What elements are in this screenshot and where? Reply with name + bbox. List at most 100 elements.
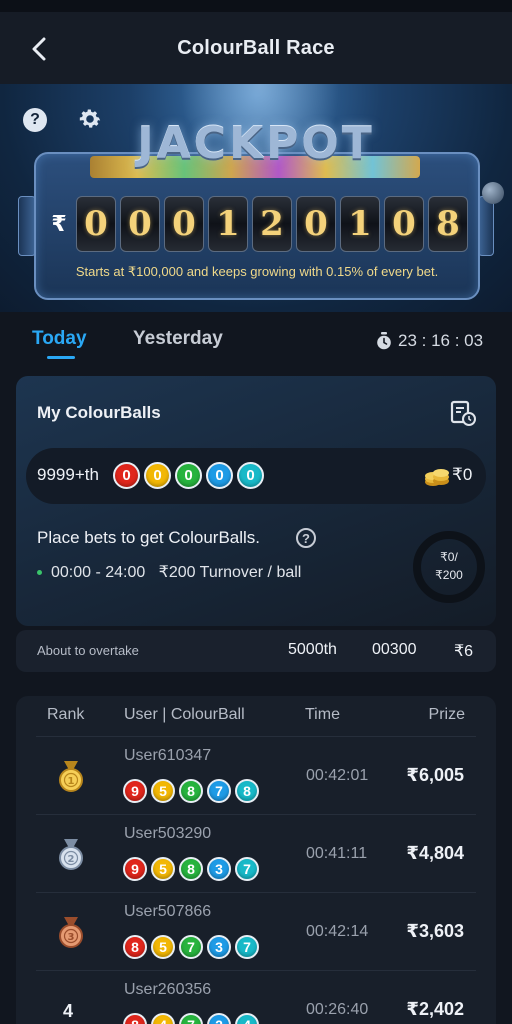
colour-ball: 3	[207, 935, 231, 959]
turnover-per-ball: ₹200 Turnover / ball	[158, 564, 302, 581]
svg-text:3: 3	[68, 932, 75, 943]
gear-icon[interactable]	[77, 106, 103, 132]
colour-ball: 0	[113, 462, 140, 489]
leaderboard-row: 4User2603568472400:26:40₹2,402	[36, 970, 476, 1024]
colour-ball: 8	[235, 779, 259, 803]
colour-ball: 5	[151, 779, 175, 803]
overtake-prize: ₹6	[454, 643, 474, 660]
colour-ball: 4	[151, 1013, 175, 1024]
colour-ball: 0	[144, 462, 171, 489]
progress-text: ₹0/ ₹200	[412, 548, 486, 584]
jackpot-digit: 0	[120, 196, 160, 252]
colour-ball: 0	[237, 462, 264, 489]
colour-ball: 2	[207, 1013, 231, 1024]
colour-ball: 5	[151, 935, 175, 959]
colour-ball: 7	[235, 935, 259, 959]
place-bets-text: Place bets to get ColourBalls.	[37, 528, 261, 547]
colour-ball: 9	[123, 779, 147, 803]
header-time: Time	[305, 706, 340, 723]
jackpot-digit: 1	[340, 196, 380, 252]
jackpot-digit: 0	[384, 196, 424, 252]
page-title: ColourBall Race	[177, 36, 335, 59]
machine-side-right	[478, 196, 494, 256]
row-time: 00:42:01	[306, 767, 369, 784]
row-username: User507866	[124, 903, 212, 920]
colour-ball: 0	[206, 462, 233, 489]
colour-ball: 7	[179, 935, 203, 959]
my-ball-set: 00000	[113, 462, 264, 489]
jackpot-digit: 0	[76, 196, 116, 252]
tab-yesterday[interactable]: Yesterday	[133, 328, 223, 350]
row-username: User610347	[124, 747, 212, 764]
row-username: User503290	[124, 825, 212, 842]
jackpot-currency: ₹	[51, 211, 67, 236]
status-strip	[0, 0, 512, 12]
gold-medal-icon: 1	[59, 761, 83, 792]
colour-ball: 5	[151, 857, 175, 881]
machine-lever	[482, 182, 504, 204]
header-rank: Rank	[47, 706, 85, 723]
colour-ball: 8	[179, 779, 203, 803]
header-prize: Prize	[428, 706, 465, 723]
leaderboard: Rank User | ColourBall Time Prize 1 User6…	[16, 696, 496, 1024]
colour-ball: 3	[207, 857, 231, 881]
jackpot-title: JACKPOT	[137, 118, 375, 169]
time-window: 00:00 - 24:00	[51, 564, 146, 581]
progress-current: ₹0/	[440, 550, 458, 564]
leaderboard-row: 1 User610347 9 5 8 7 8 00:42:01 ₹6,005	[36, 736, 476, 812]
silver-medal-icon: 2	[59, 839, 83, 870]
history-icon[interactable]	[450, 400, 476, 426]
svg-text:1: 1	[68, 776, 75, 787]
jackpot-digit: 1	[208, 196, 248, 252]
row-username: User260356	[124, 981, 212, 998]
row-time: 00:26:40	[306, 1001, 369, 1018]
my-colourballs-card: My ColourBalls 9999+th 00000 ₹0 Place be…	[16, 376, 496, 626]
leaderboard-row: 2 User503290 9 5 8 3 7 00:41:11 ₹4,804	[36, 814, 476, 890]
colour-ball: 8	[123, 1013, 147, 1024]
colour-ball: 8	[179, 857, 203, 881]
row-ball-set: 85737	[123, 935, 259, 959]
active-tab-indicator	[47, 356, 75, 359]
jackpot-digit: 2	[252, 196, 292, 252]
header-user: User | ColourBall	[124, 706, 245, 723]
colour-ball: 0	[175, 462, 202, 489]
my-ball-row: 9999+th 00000 ₹0	[26, 448, 486, 504]
coins-icon	[425, 469, 449, 486]
help-icon[interactable]: ?	[23, 108, 47, 132]
page-header: ColourBall Race	[0, 12, 512, 84]
my-prize: ₹0	[452, 465, 473, 484]
my-rank: 9999+th	[37, 465, 99, 484]
jackpot-banner: ? JACKPOT ₹ 0 0 0 1 2 0 1 0 8 Starts at …	[0, 84, 512, 312]
colour-ball: 7	[207, 779, 231, 803]
overtake-rank: 5000th	[288, 641, 337, 658]
overtake-label: About to overtake	[37, 643, 139, 658]
colour-ball: 8	[123, 935, 147, 959]
active-dot	[37, 570, 42, 575]
my-colourballs-title: My ColourBalls	[37, 403, 161, 422]
colour-ball: 7	[235, 857, 259, 881]
jackpot-digit: 0	[296, 196, 336, 252]
leaderboard-row: 3 User507866 8 5 7 3 7 00:42:14 ₹3,603	[36, 892, 476, 968]
timer-value: 23 : 16 : 03	[398, 331, 484, 350]
svg-text:2: 2	[68, 854, 75, 865]
row-prize: ₹6,005	[406, 765, 464, 785]
tab-today[interactable]: Today	[32, 328, 87, 350]
jackpot-digit: 8	[428, 196, 468, 252]
rank-number: 4	[63, 1001, 74, 1021]
row-ball-set: 95878	[123, 779, 259, 803]
row-ball-set: 84724	[123, 1013, 259, 1024]
row-ball-set: 95837	[123, 857, 259, 881]
row-prize: ₹4,804	[406, 843, 464, 863]
row-time: 00:41:11	[306, 845, 368, 862]
day-tabs: Today Yesterday 23 : 16 : 03	[0, 312, 512, 372]
row-prize: ₹3,603	[406, 921, 464, 941]
overtake-bar: About to overtake 5000th 00300 ₹6	[16, 630, 496, 672]
info-icon[interactable]: ?	[296, 528, 316, 548]
back-button[interactable]	[22, 34, 56, 64]
stopwatch-icon	[377, 332, 391, 350]
jackpot-description: Starts at ₹100,000 and keeps growing wit…	[75, 264, 439, 279]
colour-ball: 4	[235, 1013, 259, 1024]
countdown-timer: 23 : 16 : 03	[376, 331, 483, 351]
jackpot-digit: 0	[164, 196, 204, 252]
turnover-rule: 00:00 - 24:00 ₹200 Turnover / ball	[51, 562, 301, 582]
